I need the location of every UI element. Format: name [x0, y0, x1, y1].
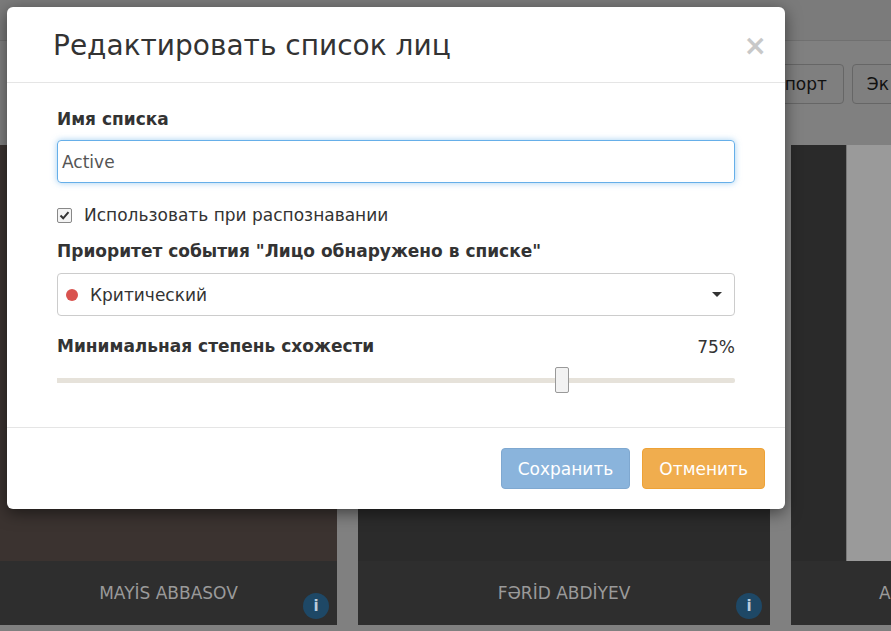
- dialog-title: Редактировать список лиц: [53, 29, 451, 62]
- person-name: A: [879, 583, 891, 603]
- similarity-header: Минимальная степень схожести 75%: [57, 336, 735, 358]
- dialog-header: Редактировать список лиц ×: [7, 7, 785, 83]
- person-name: FƏRİD ABDİYEV: [498, 583, 631, 603]
- name-value: Active: [62, 152, 115, 172]
- name-input[interactable]: Active: [57, 140, 735, 183]
- priority-value: Критический: [90, 285, 700, 305]
- name-label: Имя списка: [57, 109, 735, 131]
- similarity-reading: 75%: [697, 337, 735, 357]
- info-icon[interactable]: i: [303, 593, 329, 619]
- cancel-button[interactable]: Отменить: [642, 448, 765, 489]
- name-plate: FƏRİD ABDİYEV i: [358, 561, 770, 625]
- name-plate: MAYİS ABBASOV i: [0, 561, 337, 625]
- similarity-label: Минимальная степень схожести: [57, 336, 374, 358]
- edit-list-dialog: Редактировать список лиц × Имя списка Activ…: [7, 7, 785, 509]
- save-button: Сохранить: [501, 448, 631, 489]
- face-card[interactable]: A: [791, 145, 891, 631]
- slider-thumb[interactable]: [555, 367, 569, 393]
- person-name: MAYİS ABBASOV: [99, 583, 238, 603]
- priority-label: Приоритет события "Лицо обнаружено в спи…: [57, 241, 735, 263]
- priority-dot: [66, 289, 78, 301]
- caret-icon: [712, 292, 722, 297]
- recognition-checkbox-row[interactable]: Использовать при распознавании: [57, 205, 735, 225]
- similarity-fill: [57, 378, 562, 383]
- dialog-footer: Сохранить Отменить: [7, 427, 785, 509]
- close-button[interactable]: ×: [744, 32, 767, 60]
- toolbar-button[interactable]: Эк: [852, 64, 891, 104]
- checkbox-label: Использовать при распознавании: [84, 205, 388, 225]
- name-plate: A: [791, 561, 891, 625]
- face-photo: [791, 145, 891, 561]
- dialog-body: Имя списка Active Использовать при распозн…: [7, 83, 785, 427]
- check-icon: [59, 210, 70, 221]
- priority-select[interactable]: Критический: [57, 273, 735, 316]
- recognition-checkbox[interactable]: [57, 208, 72, 223]
- similarity-track[interactable]: [57, 378, 735, 383]
- info-icon[interactable]: i: [736, 593, 762, 619]
